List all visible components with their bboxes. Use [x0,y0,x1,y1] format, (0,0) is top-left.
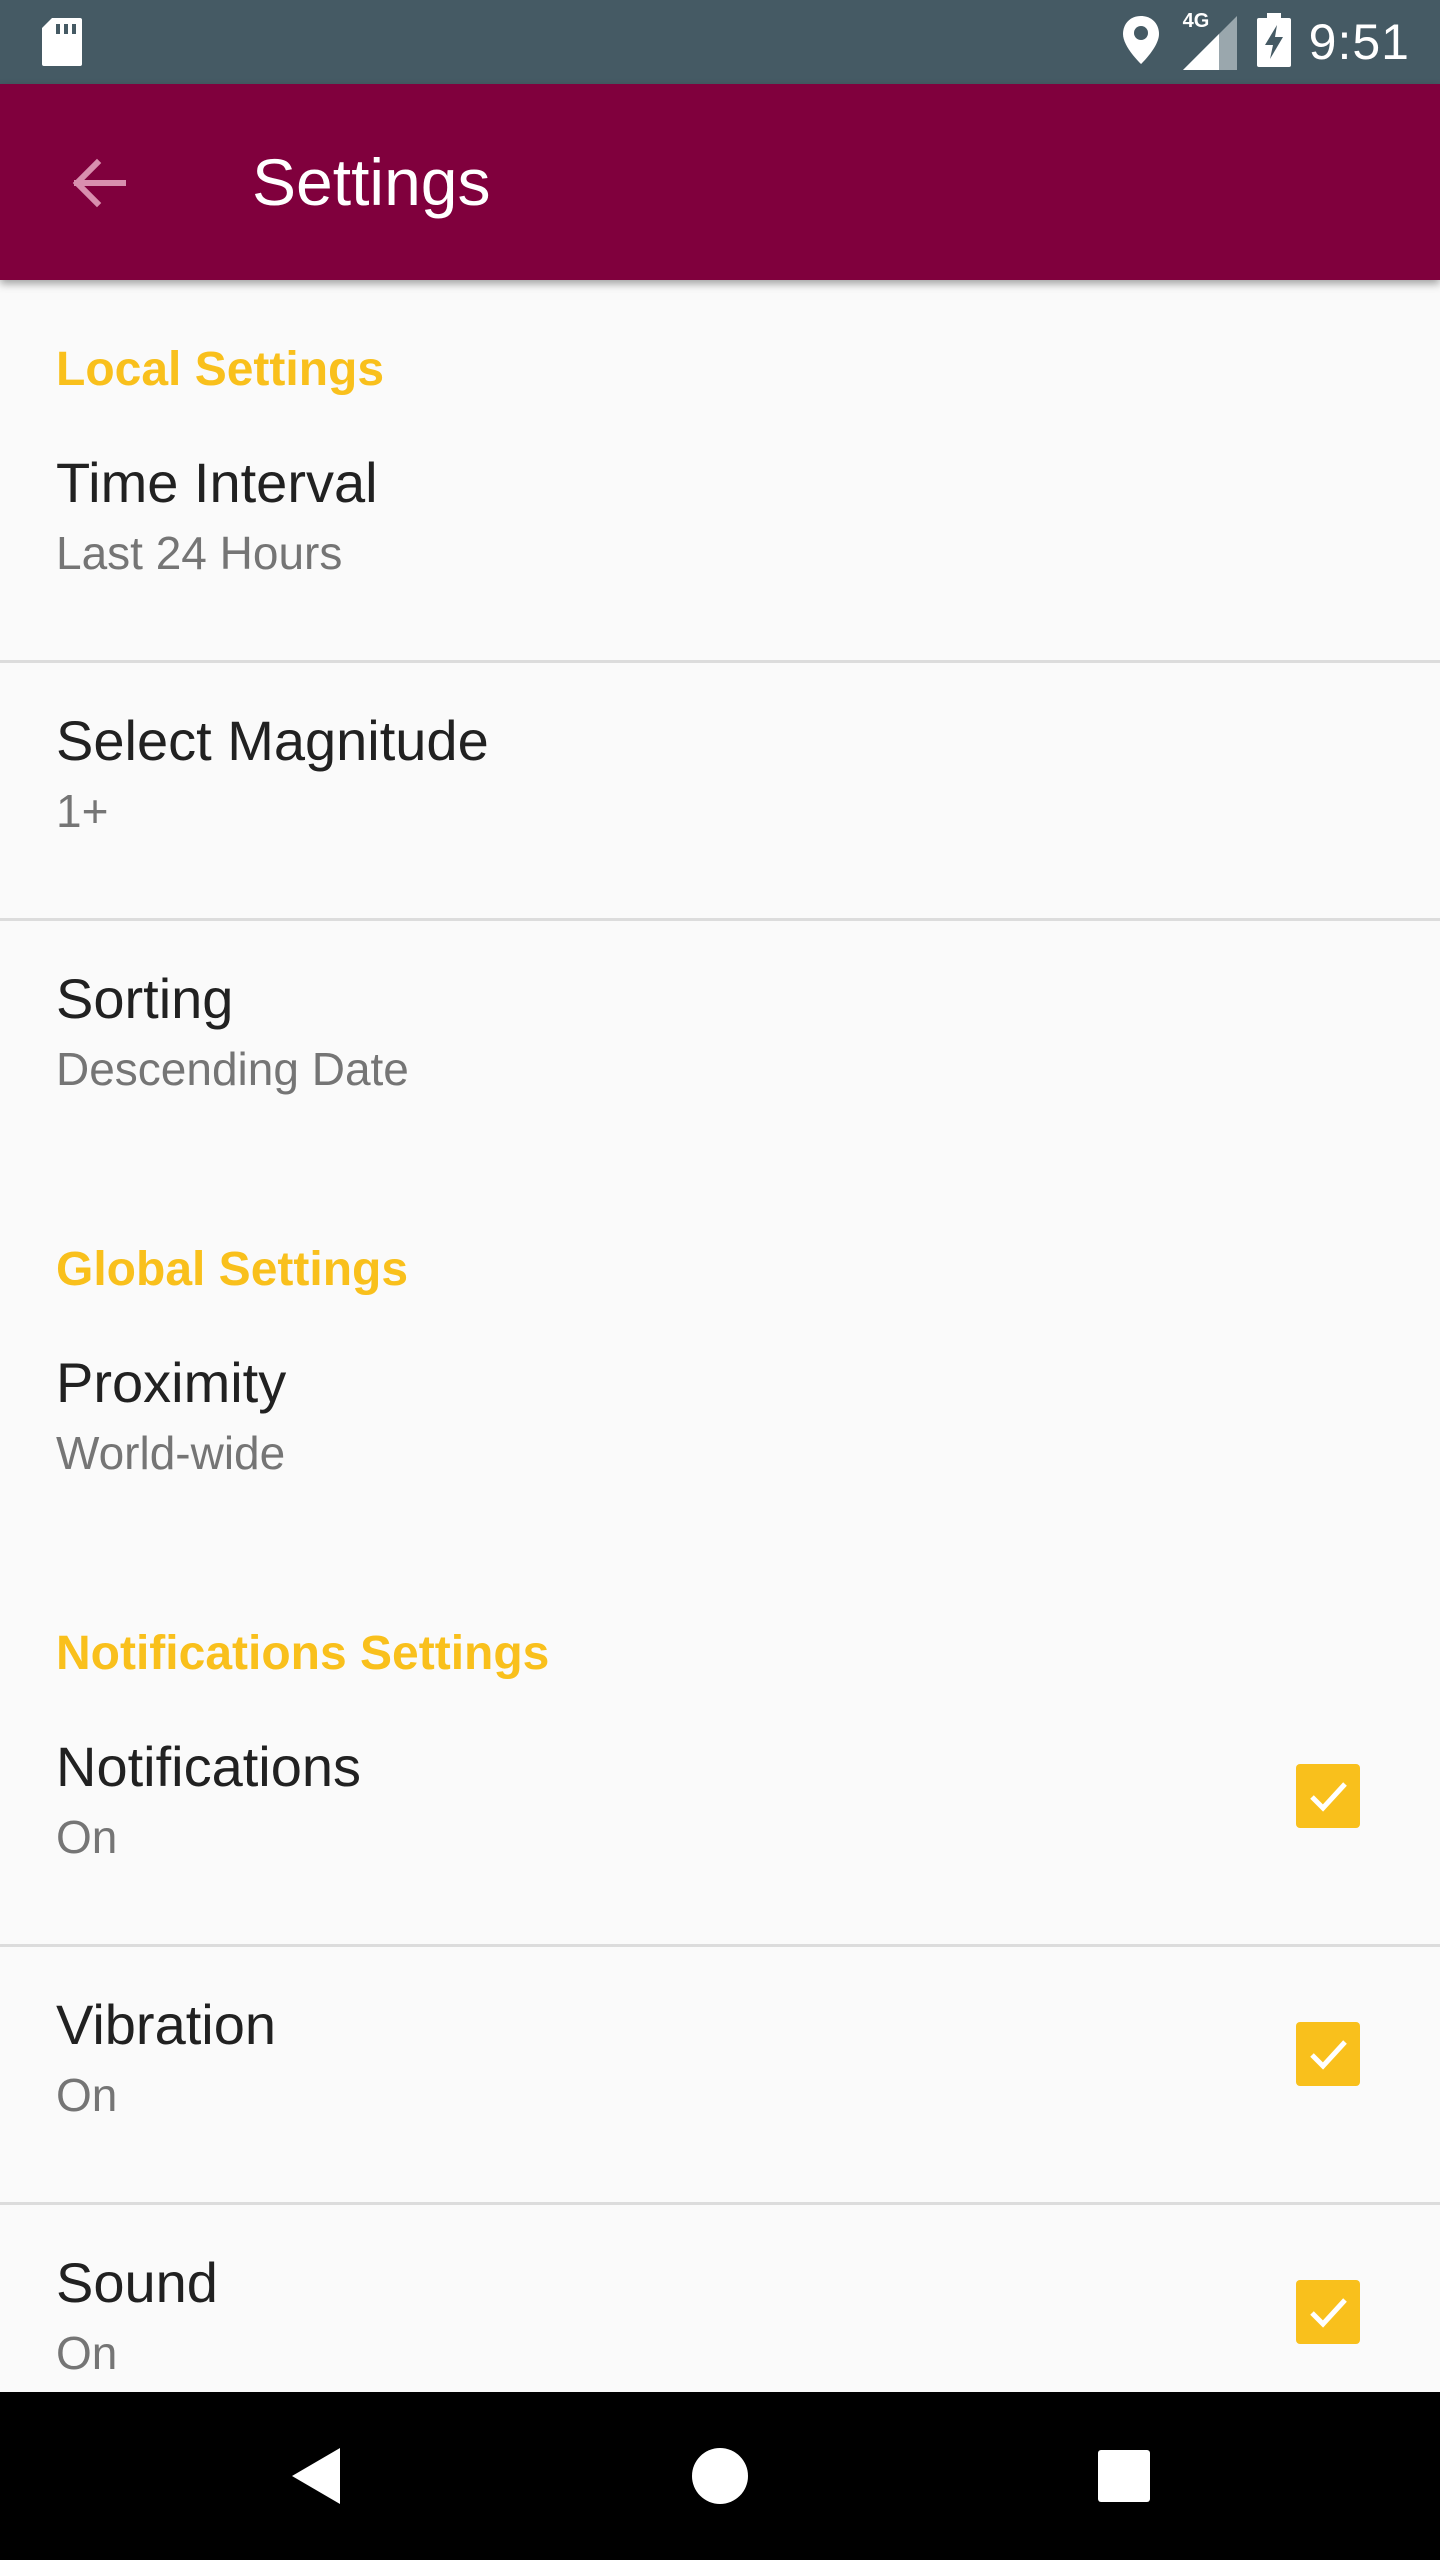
network-type-label: 4G [1182,10,1210,32]
location-icon [1121,14,1161,71]
setting-summary: On [56,2069,118,2121]
battery-charging-icon [1256,12,1291,72]
category-local-settings: Local Settings [56,343,385,396]
recents-square-icon [1098,2450,1150,2502]
settings-list: Local Settings Time Interval Last 24 Hou… [0,280,1440,2392]
check-icon [1310,1782,1347,1812]
nav-recents-button[interactable] [1074,2426,1174,2526]
setting-title: Sound [56,2251,218,2314]
setting-title: Notifications [56,1735,362,1798]
setting-title: Select Magnitude [56,709,489,772]
check-icon [1310,2298,1347,2328]
divider [0,1944,1440,1947]
nav-back-button[interactable] [266,2426,366,2526]
sound-checkbox[interactable] [1296,2280,1360,2344]
clock: 9:51 [1308,14,1410,70]
divider [0,660,1440,663]
arrow-back-icon [67,151,131,220]
setting-summary: Last 24 Hours [56,527,343,579]
setting-vibration[interactable]: Vibration On [0,1992,1440,2202]
setting-sorting[interactable]: Sorting Descending Date [0,966,1440,1116]
setting-title: Proximity [56,1351,287,1414]
setting-proximity[interactable]: Proximity World-wide [0,1350,1440,1500]
navigation-bar [0,2392,1440,2560]
divider [0,918,1440,921]
setting-summary: World-wide [56,1427,286,1479]
setting-summary: 1+ [56,785,109,837]
notifications-checkbox[interactable] [1296,1764,1360,1828]
setting-title: Sorting [56,967,234,1030]
back-triangle-icon [292,2448,340,2504]
vibration-checkbox[interactable] [1296,2022,1360,2086]
signal-icon: 4G [1179,10,1239,72]
back-button[interactable] [56,142,142,228]
app-bar: Settings [0,84,1440,280]
setting-summary: On [56,2327,118,2379]
setting-summary: On [56,1811,118,1863]
check-icon [1310,2040,1347,2070]
nav-home-button[interactable] [670,2426,770,2526]
sd-card-icon [40,16,84,73]
setting-summary: Descending Date [56,1043,409,1095]
setting-time-interval[interactable]: Time Interval Last 24 Hours [0,450,1440,662]
divider [0,2202,1440,2205]
status-bar: 4G 9:51 [0,0,1440,84]
setting-title: Time Interval [56,451,378,514]
category-global-settings: Global Settings [56,1243,409,1296]
page-title: Settings [252,145,491,219]
setting-select-magnitude[interactable]: Select Magnitude 1+ [0,708,1440,918]
category-notifications-settings: Notifications Settings [56,1627,550,1680]
setting-title: Vibration [56,1993,277,2056]
setting-notifications[interactable]: Notifications On [0,1734,1440,1944]
setting-sound[interactable]: Sound On [0,2250,1440,2392]
home-circle-icon [692,2448,748,2504]
